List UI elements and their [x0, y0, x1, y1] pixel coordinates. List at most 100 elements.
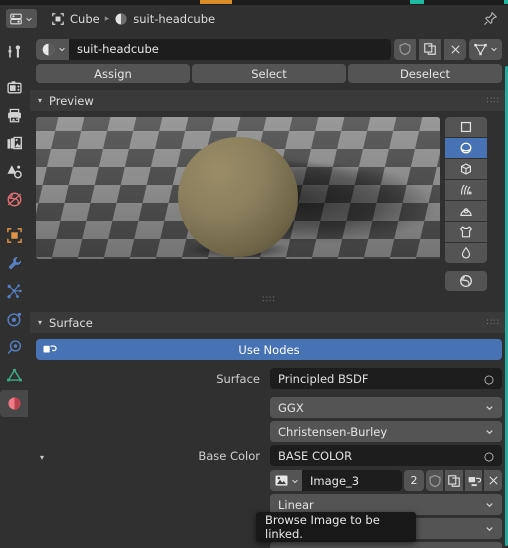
use-nodes-button[interactable]: Use Nodes [36, 339, 502, 360]
subsurface-method-dropdown[interactable]: Christensen-Burley [270, 421, 502, 442]
sidebar-item-output[interactable] [0, 102, 28, 129]
surface-panel-header[interactable]: ▾ Surface ∷∷ [30, 312, 508, 333]
base-color-socket-icon: ○ [483, 448, 494, 463]
material-properties-panel: suit-headcube Assign Select Deselect ▾ P… [30, 32, 508, 548]
material-icon [114, 12, 128, 26]
preview-panel-grip[interactable]: ∷∷ [487, 96, 500, 106]
surface-shader-label: Surface [216, 371, 260, 386]
breadcrumb-item-material[interactable]: suit-headcube [133, 12, 215, 26]
preview-resize-grip[interactable]: ∷∷ [30, 295, 508, 305]
sidebar-item-view-layer[interactable] [0, 130, 28, 157]
preview-panel-title: Preview [49, 93, 94, 108]
preview-type-sphere[interactable] [445, 138, 487, 158]
surface-panel-grip[interactable]: ∷∷ [487, 318, 500, 328]
breadcrumb-item-object[interactable]: Cube [70, 12, 100, 26]
image-new-copy-button[interactable] [445, 470, 463, 491]
image-datablock: Image_3 [270, 470, 402, 491]
material-unlink-button[interactable] [444, 38, 466, 60]
material-datablock: suit-headcube [36, 38, 391, 60]
properties-editor-icon [9, 12, 23, 26]
deselect-button[interactable]: Deselect [348, 64, 502, 83]
preview-body [30, 111, 508, 297]
base-color-label-cell: ▾ Base Color [36, 449, 270, 463]
surface-shader-value: Principled BSDF [278, 371, 369, 386]
preview-panel-header[interactable]: ▾ Preview ∷∷ [30, 90, 508, 111]
surface-shader-field[interactable]: Principled BSDF ○ [270, 368, 502, 389]
image-browse-icon[interactable] [270, 470, 302, 491]
sidebar-item-material[interactable] [0, 390, 28, 417]
chevron-down-icon [485, 500, 494, 509]
chevron-down-icon [25, 15, 33, 23]
preview-sphere [178, 137, 298, 257]
preview-type-shaderball[interactable] [445, 201, 487, 221]
image-users-count[interactable]: 2 [404, 470, 424, 491]
surface-panel-title: Surface [49, 315, 93, 330]
editor-type-button[interactable] [6, 9, 37, 28]
material-fake-user-button[interactable] [394, 38, 416, 60]
base-color-row: ▾ Base Color BASE COLOR ○ [36, 445, 502, 466]
sidebar-item-tool[interactable] [0, 38, 28, 65]
interpolation-value: Linear [278, 497, 314, 512]
preview-type-world[interactable] [445, 271, 487, 291]
chevron-down-icon [485, 524, 494, 533]
image-unlink-button[interactable] [484, 470, 502, 491]
image-pack-button[interactable] [464, 470, 483, 491]
chevron-down-icon [485, 427, 494, 436]
base-color-field[interactable]: BASE COLOR ○ [270, 445, 502, 466]
tooltip: Browse Image to be linked. [256, 512, 416, 542]
sidebar-item-render[interactable] [0, 74, 28, 101]
base-color-label: Base Color [198, 448, 260, 463]
material-new-copy-button[interactable] [419, 38, 441, 60]
select-button[interactable]: Select [192, 64, 346, 83]
image-fake-user-button[interactable] [425, 470, 444, 491]
extension-row [270, 542, 502, 548]
mesh-select-mode-menu[interactable] [469, 38, 502, 60]
extension-dropdown[interactable] [270, 542, 502, 548]
use-nodes-label: Use Nodes [238, 342, 300, 357]
surface-panel-collapse-triangle[interactable]: ▾ [38, 318, 42, 327]
material-name-field[interactable]: suit-headcube [69, 42, 391, 56]
pin-icon[interactable] [483, 11, 498, 26]
sidebar-item-physics[interactable] [0, 306, 28, 333]
properties-editor-header: Cube ▸ suit-headcube [0, 5, 508, 32]
nodes-icon [42, 342, 57, 357]
top-strip-orange-marker [200, 0, 232, 4]
sidebar-item-modifiers[interactable] [0, 250, 28, 277]
distribution-dropdown[interactable]: GGX [270, 397, 502, 418]
preview-type-cube[interactable] [445, 159, 487, 179]
base-color-expand-triangle[interactable]: ▾ [40, 453, 44, 462]
distribution-row: GGX [270, 397, 502, 418]
material-datablock-row: suit-headcube [36, 38, 502, 60]
breadcrumb: Cube ▸ suit-headcube [51, 12, 215, 26]
sidebar-item-object[interactable] [0, 222, 28, 249]
surface-shader-row: Surface Principled BSDF ○ [36, 368, 502, 389]
image-name-field[interactable]: Image_3 [302, 470, 402, 491]
image-datablock-row: Image_3 2 [270, 470, 502, 491]
preview-type-hair[interactable] [445, 180, 487, 200]
sidebar-item-world[interactable] [0, 186, 28, 213]
sidebar-item-data[interactable] [0, 362, 28, 389]
base-color-value: BASE COLOR [278, 448, 353, 463]
preview-type-plane[interactable] [445, 117, 487, 137]
assign-select-deselect-row: Assign Select Deselect [36, 64, 502, 83]
object-icon [51, 12, 65, 26]
breadcrumb-separator: ▸ [104, 13, 110, 24]
tooltip-text: Browse Image to be linked. [265, 513, 380, 541]
preview-type-buttons [445, 117, 487, 291]
preview-panel-collapse-triangle[interactable]: ▾ [38, 96, 42, 105]
sidebar-item-scene[interactable] [0, 158, 28, 185]
chevron-down-icon [485, 403, 494, 412]
material-browse-icon[interactable] [36, 38, 69, 60]
sidebar-item-particles[interactable] [0, 278, 28, 305]
preview-type-cloth[interactable] [445, 222, 487, 242]
subsurface-method-value: Christensen-Burley [278, 424, 388, 439]
top-strip-teal-marker-right [504, 0, 508, 4]
sidebar-item-constraints[interactable] [0, 334, 28, 361]
material-preview-render[interactable] [36, 117, 440, 259]
distribution-value: GGX [278, 400, 304, 415]
subsurface-method-row: Christensen-Burley [270, 421, 502, 442]
assign-button[interactable]: Assign [36, 64, 190, 83]
preview-type-fluid[interactable] [445, 243, 487, 263]
properties-tab-column [0, 32, 30, 548]
surface-shader-socket-icon: ○ [483, 371, 494, 386]
